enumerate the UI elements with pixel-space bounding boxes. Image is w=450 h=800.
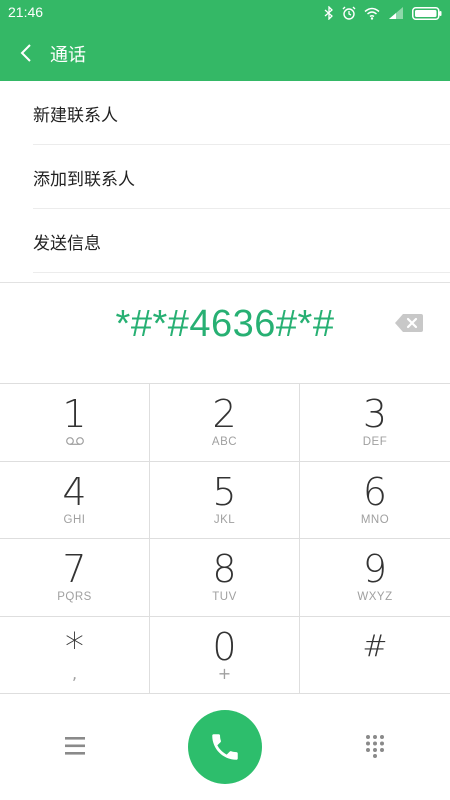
keypad-row: * , 0 + # bbox=[0, 616, 450, 694]
backspace-icon bbox=[395, 314, 423, 332]
key-4[interactable]: 4 GHI bbox=[0, 461, 150, 538]
key-sub-symbol: , bbox=[71, 663, 78, 683]
key-letters: WXYZ bbox=[357, 591, 393, 603]
voicemail-icon bbox=[65, 436, 85, 449]
phone-icon bbox=[212, 734, 238, 760]
key-digit: 6 bbox=[362, 469, 388, 514]
key-digit: 7 bbox=[62, 547, 87, 591]
call-button[interactable] bbox=[188, 710, 262, 784]
menu-item-add-to-contact[interactable]: 添加到联系人 bbox=[0, 145, 450, 209]
key-digit: 1 bbox=[62, 392, 87, 436]
app-bar: 通话 bbox=[0, 25, 450, 81]
key-digit: 0 bbox=[212, 624, 237, 669]
page-title: 通话 bbox=[50, 45, 86, 66]
keypad-row: 1 2 ABC 3 DEF bbox=[0, 384, 450, 462]
menu-item-label: 添加到联系人 bbox=[33, 169, 135, 190]
key-digit: 8 bbox=[212, 547, 237, 591]
key-letters: DEF bbox=[362, 436, 388, 448]
hamburger-menu-icon bbox=[65, 737, 85, 755]
key-digit: 9 bbox=[362, 547, 388, 591]
action-menu: 新建联系人 添加到联系人 发送信息 bbox=[0, 81, 450, 273]
key-hash[interactable]: # bbox=[300, 617, 450, 694]
battery-icon bbox=[412, 6, 442, 20]
key-6[interactable]: 6 MNO bbox=[300, 462, 450, 539]
key-digit: * bbox=[65, 624, 84, 669]
key-digit: 4 bbox=[62, 469, 87, 514]
menu-item-new-contact[interactable]: 新建联系人 bbox=[0, 81, 450, 145]
key-letters: JKL bbox=[213, 513, 236, 526]
menu-item-send-message[interactable]: 发送信息 bbox=[0, 209, 450, 273]
wifi-icon bbox=[364, 7, 380, 20]
keypad-row: 7 PQRS 8 TUV 9 WXYZ bbox=[0, 539, 450, 617]
key-1[interactable]: 1 bbox=[0, 384, 150, 461]
dialpad-toggle-button[interactable] bbox=[363, 734, 387, 758]
status-time: 21:46 bbox=[8, 4, 44, 20]
dial-input-area: *#*#4636#*# bbox=[0, 282, 450, 383]
chevron-left-icon bbox=[20, 44, 31, 62]
key-letters: TUV bbox=[212, 591, 237, 603]
key-digit: 2 bbox=[212, 392, 237, 436]
key-letters: GHI bbox=[63, 513, 86, 526]
key-5[interactable]: 5 JKL bbox=[150, 461, 300, 538]
backspace-button[interactable] bbox=[394, 312, 424, 334]
bluetooth-icon bbox=[324, 6, 334, 20]
dialpad-icon bbox=[366, 735, 384, 758]
key-digit: # bbox=[362, 628, 388, 664]
key-letters: MNO bbox=[360, 513, 390, 526]
menu-item-label: 新建联系人 bbox=[33, 105, 118, 126]
menu-button[interactable] bbox=[60, 734, 90, 758]
key-digit: 5 bbox=[212, 469, 237, 514]
alarm-icon bbox=[342, 6, 356, 20]
status-icons bbox=[324, 4, 442, 22]
back-button[interactable] bbox=[14, 39, 38, 67]
bottom-bar bbox=[0, 694, 450, 800]
keypad-row: 4 GHI 5 JKL 6 MNO bbox=[0, 461, 450, 539]
keypad: 1 2 ABC 3 DEF 4 GHI 5 JKL 6 MNO 7 PQRS 8… bbox=[0, 383, 450, 694]
key-digit: 3 bbox=[362, 392, 388, 436]
key-3[interactable]: 3 DEF bbox=[300, 384, 450, 461]
key-2[interactable]: 2 ABC bbox=[150, 384, 300, 461]
key-star[interactable]: * , bbox=[0, 616, 150, 693]
signal-icon bbox=[388, 7, 404, 19]
key-0[interactable]: 0 + bbox=[150, 616, 300, 693]
menu-item-label: 发送信息 bbox=[33, 233, 101, 254]
dialed-number[interactable]: *#*#4636#*# bbox=[0, 303, 450, 346]
key-letters: PQRS bbox=[57, 591, 92, 603]
status-bar: 21:46 bbox=[0, 0, 450, 25]
key-sub-symbol: + bbox=[217, 663, 232, 683]
key-7[interactable]: 7 PQRS bbox=[0, 539, 150, 616]
key-8[interactable]: 8 TUV bbox=[150, 539, 300, 616]
key-letters: ABC bbox=[211, 436, 238, 448]
key-9[interactable]: 9 WXYZ bbox=[300, 539, 450, 616]
